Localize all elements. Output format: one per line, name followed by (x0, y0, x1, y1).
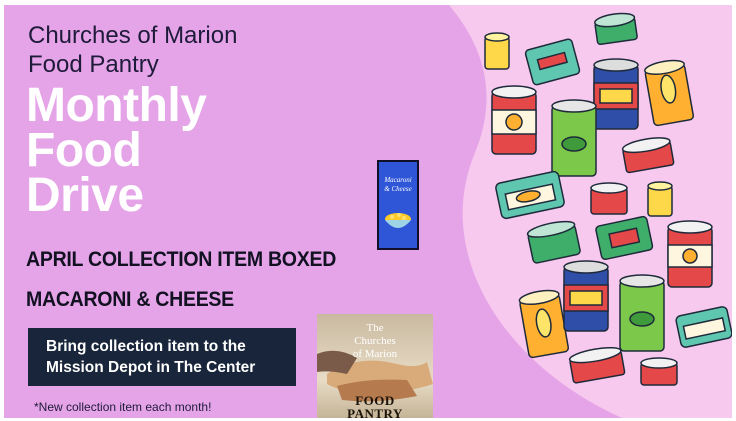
logo-bottom-line-2: PANTRY (347, 406, 403, 418)
food-pantry-logo: The Churches of Marion FOOD PANTRY (317, 314, 433, 418)
can-fish-bottom-icon (675, 306, 732, 348)
can-peas-icon (551, 99, 597, 177)
depot-line-2: Mission Depot in The Center (46, 359, 256, 376)
can-yellow-mini-icon (647, 181, 673, 217)
can-corn-icon (644, 59, 695, 127)
depot-line-1: Bring collection item to the (46, 338, 246, 355)
depot-callout-box: Bring collection item to the Mission Dep… (28, 328, 296, 386)
can-peas-bottom-icon (619, 274, 665, 352)
can-yellow-small-icon (484, 32, 510, 70)
headline-line-1: Monthly (26, 79, 207, 132)
can-tomato-icon (491, 85, 537, 155)
logo-bottom-text: FOOD PANTRY (317, 394, 433, 418)
can-blue-bottom-icon (563, 260, 609, 332)
can-orange-icon (667, 220, 713, 288)
logo-top-line-2: Churches (354, 335, 396, 347)
can-blue-icon (593, 58, 639, 130)
mac-box-line-1: Macaroni (384, 176, 412, 184)
can-teal-icon (526, 220, 581, 264)
flyer-canvas: Churches of Marion Food Pantry Monthly F… (0, 0, 736, 421)
logo-top-line-1: The (366, 322, 384, 334)
flyer-panel: Churches of Marion Food Pantry Monthly F… (4, 5, 732, 418)
organization-line-1: Churches of Marion (28, 22, 238, 49)
logo-top-text: The Churches of Marion (317, 322, 433, 361)
can-green-lid-icon (594, 12, 638, 46)
can-red-lid-icon (621, 137, 675, 174)
can-corn-bottom-icon (518, 289, 570, 359)
headline-line-3: Drive (26, 169, 144, 222)
collection-line-2: MACARONI & CHEESE (26, 288, 234, 311)
footnote: *New collection item each month! (34, 400, 212, 414)
can-red-small-icon (590, 182, 628, 215)
logo-top-line-3: of Marion (352, 348, 398, 360)
headline-line-2: Food (26, 124, 142, 177)
can-fish-icon (495, 170, 565, 220)
mac-box-label: Macaroni & Cheese (379, 176, 417, 194)
collection-line-1: APRIL COLLECTION ITEM BOXED (26, 248, 337, 271)
can-tomato-sauce-icon (595, 215, 654, 261)
can-red-tiny-icon (640, 357, 678, 386)
organization-line-2: Food Pantry (28, 51, 159, 78)
organization-name: Churches of Marion Food Pantry (28, 21, 237, 79)
can-tin-icon (524, 38, 581, 86)
mac-box-line-2: & Cheese (384, 185, 412, 193)
can-red-lid-bottom-icon (568, 346, 626, 384)
mac-bowl-icon (385, 213, 411, 228)
mac-and-cheese-box-image: Macaroni & Cheese (377, 160, 419, 250)
headline: Monthly Food Drive (26, 79, 207, 222)
